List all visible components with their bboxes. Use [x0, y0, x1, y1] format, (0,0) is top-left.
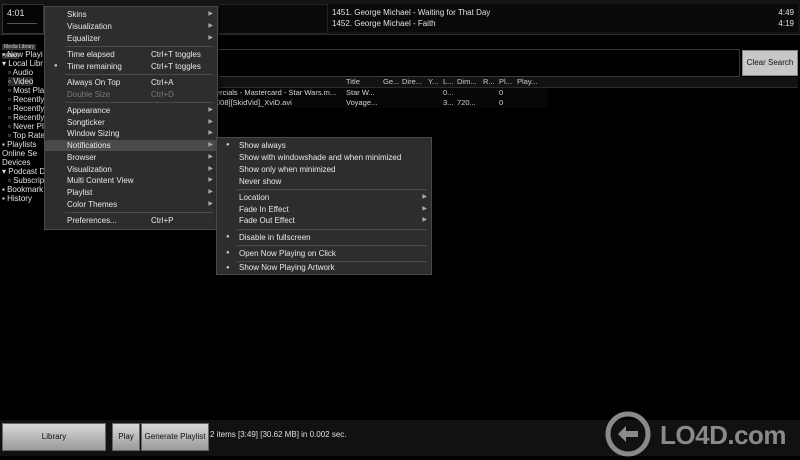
tree-item-subscriptions[interactable]: ▫ Subscrip: [8, 176, 44, 185]
column-header[interactable]: R...: [483, 77, 497, 87]
playback-time: 4:01: [7, 8, 25, 18]
tree-item-history[interactable]: ▪ History: [2, 194, 32, 203]
tree-item-audio[interactable]: ▫ Audio: [8, 68, 33, 77]
menu-item-visualization-2[interactable]: Visualization ▶: [45, 164, 217, 175]
watermark: LO4D.com: [604, 410, 787, 460]
submenu-item-fade-in[interactable]: Fade In Effect ▶: [217, 204, 431, 215]
tree-item-devices[interactable]: Devices: [2, 158, 30, 167]
tree-tabs: Media LibraryVideo: [2, 41, 44, 59]
tree-item-podcast[interactable]: ▾ Podcast D: [2, 167, 45, 176]
tree-item-recently[interactable]: ▫ Recently: [8, 113, 44, 122]
tree-item-never-played[interactable]: ▫ Never Pl: [8, 122, 44, 131]
column-header[interactable]: Ge...: [383, 77, 401, 87]
check-icon: ●: [226, 142, 230, 148]
column-header[interactable]: Dim...: [457, 77, 481, 87]
seek-bar[interactable]: [7, 23, 37, 30]
menu-item-skins[interactable]: Skins ▶: [45, 9, 217, 20]
visualizer-panel: [218, 4, 328, 34]
tree-item-video[interactable]: ▫ Video: [8, 77, 34, 86]
tree-item-bookmarks[interactable]: ▪ Bookmark: [2, 185, 43, 194]
tree-item-playlists[interactable]: ▪ Playlists: [2, 140, 36, 149]
menu-item-always-on-top[interactable]: Always On Top Ctrl+A: [45, 77, 217, 88]
tree-item-online-services[interactable]: Online Se: [2, 149, 37, 158]
menu-item-preferences[interactable]: Preferences... Ctrl+P: [45, 215, 217, 226]
check-icon: ●: [54, 63, 58, 69]
menu-item-equalizer[interactable]: Equalizer ▶: [45, 33, 217, 44]
menu-separator: [65, 74, 213, 75]
menu-item-multi-content-view[interactable]: Multi Content View ▶: [45, 175, 217, 186]
column-header[interactable]: Pl...: [499, 77, 515, 87]
menu-item-color-themes[interactable]: Color Themes ▶: [45, 199, 217, 210]
menu-item-notifications[interactable]: Notifications ▶: [45, 140, 217, 151]
menu-item-browser[interactable]: Browser ▶: [45, 152, 217, 163]
clear-search-button[interactable]: Clear Search: [742, 50, 798, 76]
submenu-item-show-minimized[interactable]: Show only when minimized: [217, 164, 431, 175]
status-text: 2 items [3:49] [30.62 MB] in 0.002 sec.: [210, 430, 347, 439]
column-header[interactable]: Title: [346, 77, 380, 87]
menu-separator: [65, 102, 213, 103]
column-header[interactable]: Y...: [428, 77, 440, 87]
submenu-item-show-always[interactable]: ● Show always: [217, 140, 431, 151]
tree-item-local-library[interactable]: ▾ Local Libr: [2, 59, 43, 68]
play-button[interactable]: Play: [112, 423, 140, 451]
submenu-item-open-now-playing[interactable]: ● Open Now Playing on Click: [217, 248, 431, 259]
menu-separator: [237, 261, 427, 262]
menu-item-time-remaining[interactable]: ● Time remaining Ctrl+T toggles: [45, 61, 217, 72]
menu-item-appearance[interactable]: Appearance ▶: [45, 105, 217, 116]
tree-item-now-playing[interactable]: ▪ Now Playi: [2, 50, 43, 59]
menu-separator: [65, 212, 213, 213]
menu-separator: [237, 245, 427, 246]
options-menu: Skins ▶ Visualization ▶ Equalizer ▶ Time el…: [44, 6, 218, 230]
library-tree: Media LibraryVideo ▪ Now Playi ▾ Local L…: [0, 40, 45, 418]
menu-item-time-elapsed[interactable]: Time elapsed Ctrl+T toggles: [45, 49, 217, 60]
column-header[interactable]: Play...: [517, 77, 545, 87]
menu-separator: [65, 46, 213, 47]
column-header[interactable]: L...: [443, 77, 455, 87]
generate-playlist-button[interactable]: Generate Playlist: [141, 423, 209, 451]
submenu-item-location[interactable]: Location ▶: [217, 192, 431, 203]
menu-item-songticker[interactable]: Songticker ▶: [45, 117, 217, 128]
menu-item-playlist[interactable]: Playlist ▶: [45, 187, 217, 198]
lo4d-logo-icon: [605, 411, 651, 457]
submenu-item-disable-fullscreen[interactable]: ● Disable in fullscreen: [217, 232, 431, 243]
player-display: 4:01: [2, 4, 44, 34]
submenu-item-show-windowshade[interactable]: Show with windowshade and when minimized: [217, 152, 431, 163]
menu-item-window-sizing[interactable]: Window Sizing ▶: [45, 128, 217, 139]
menu-separator: [237, 229, 427, 230]
check-icon: ●: [226, 265, 230, 271]
check-icon: ●: [226, 234, 230, 240]
mini-playlist-row[interactable]: 1452. George Michael - Faith 4:19: [332, 18, 794, 29]
submenu-item-never-show[interactable]: Never show: [217, 176, 431, 187]
column-header[interactable]: Dire...: [402, 77, 427, 87]
tree-item-recently[interactable]: ▫ Recently: [8, 95, 44, 104]
submenu-item-fade-out[interactable]: Fade Out Effect ▶: [217, 215, 431, 226]
menu-item-visualization[interactable]: Visualization ▶: [45, 21, 217, 32]
notifications-submenu: ● Show always Show with windowshade and w…: [216, 137, 432, 275]
mini-playlist-row[interactable]: 1451. George Michael - Waiting for That …: [332, 7, 794, 18]
menu-separator: [237, 189, 427, 190]
mini-playlist: 1451. George Michael - Waiting for That …: [328, 4, 798, 32]
tree-item-recently[interactable]: ▫ Recently: [8, 104, 44, 113]
tree-item-top-rated[interactable]: ▫ Top Rate: [8, 131, 45, 140]
library-button[interactable]: Library: [2, 423, 106, 451]
check-icon: ●: [226, 250, 230, 256]
submenu-item-show-artwork[interactable]: ● Show Now Playing Artwork: [217, 263, 431, 273]
tree-item-most-played[interactable]: ▫ Most Pla: [8, 86, 44, 95]
menu-item-double-size: Double Size Ctrl+D: [67, 90, 174, 99]
